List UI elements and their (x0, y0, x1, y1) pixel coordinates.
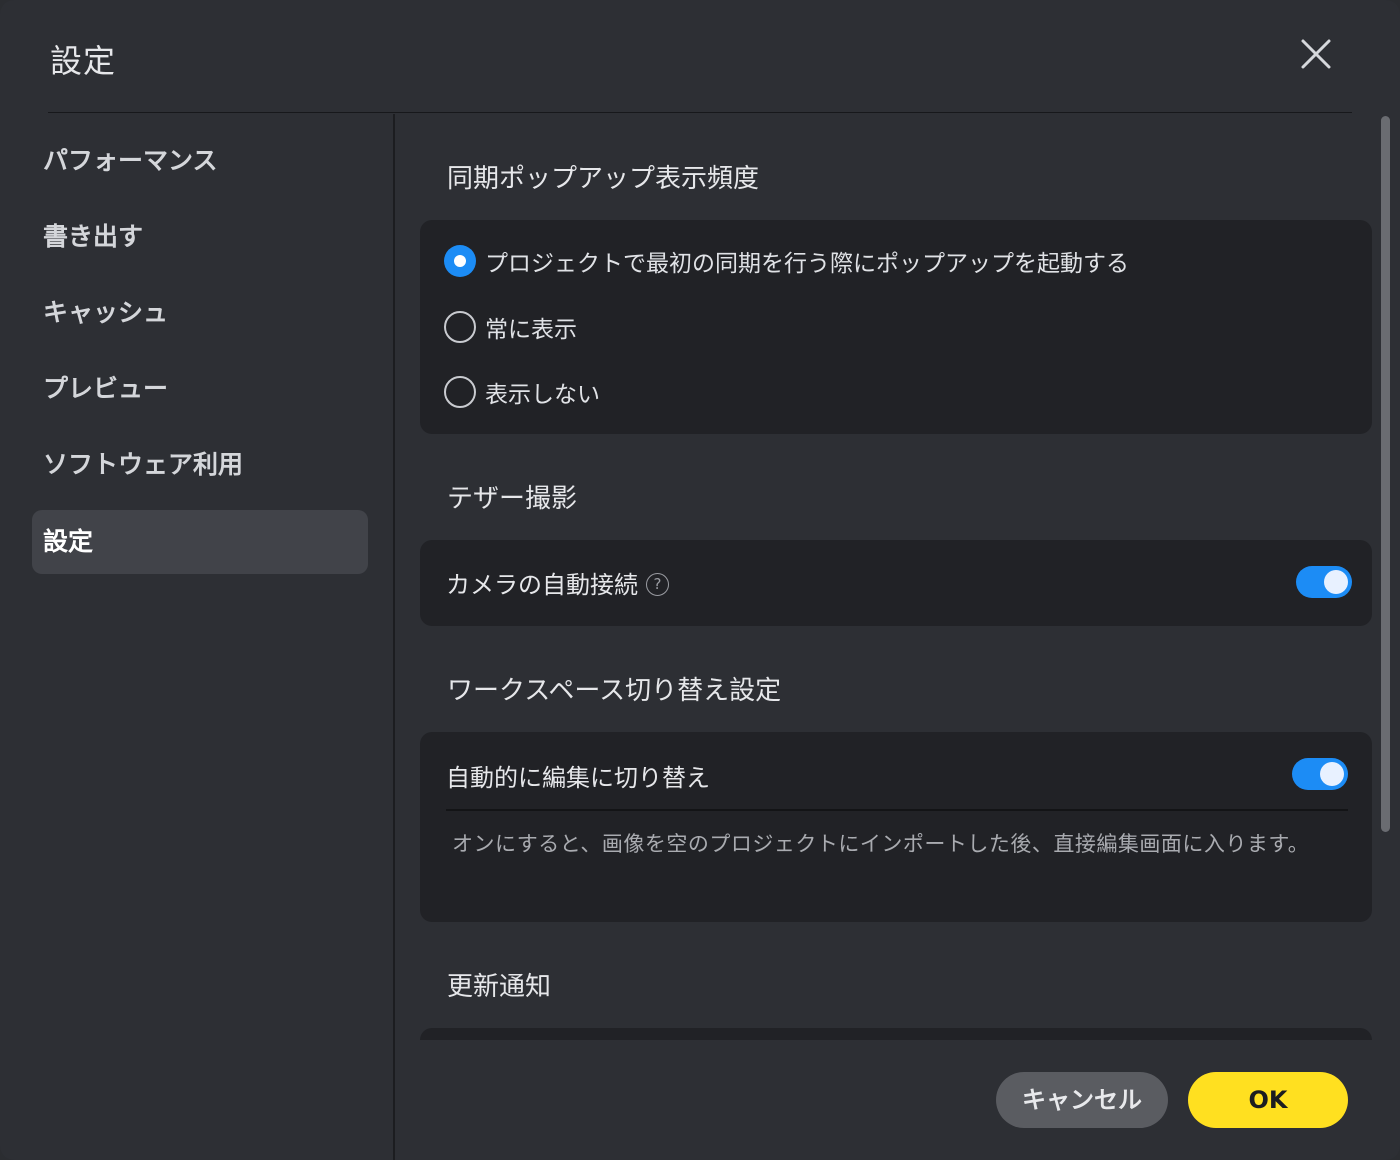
sidebar-item-export[interactable]: 書き出す (32, 205, 368, 269)
radio-option-label: プロジェクトで最初の同期を行う際にポップアップを起動する (485, 251, 1129, 277)
close-icon[interactable] (1298, 36, 1334, 72)
radio-option-always[interactable]: 常に表示 (444, 310, 577, 344)
sidebar-item-performance[interactable]: パフォーマンス (32, 129, 368, 193)
sidebar: パフォーマンス 書き出す キャッシュ プレビュー ソフトウェア利用 設定 (0, 114, 395, 1160)
tether-section-title: テザー撮影 (447, 484, 578, 514)
auto-connect-row: カメラの自動接続? (446, 565, 669, 600)
sidebar-item-preview[interactable]: プレビュー (32, 357, 368, 421)
radio-option-first-sync[interactable]: プロジェクトで最初の同期を行う際にポップアップを起動する (444, 244, 1129, 278)
sidebar-item-software-usage[interactable]: ソフトウェア利用 (32, 433, 368, 497)
cancel-button[interactable]: キャンセル (996, 1072, 1168, 1128)
sidebar-item-settings[interactable]: 設定 (32, 510, 368, 574)
radio-checked-icon[interactable] (444, 245, 476, 277)
workspace-section-title: ワークスペース切り替え設定 (447, 676, 782, 706)
tether-card: カメラの自動接続? (420, 540, 1372, 626)
sync-popup-card: プロジェクトで最初の同期を行う際にポップアップを起動する 常に表示 表示しない (420, 220, 1372, 434)
radio-option-never[interactable]: 表示しない (444, 375, 600, 409)
auto-connect-label: カメラの自動接続 (446, 571, 638, 599)
dialog-header: 設定 (48, 0, 1352, 113)
auto-edit-description: オンにすると、画像を空のプロジェクトにインポートした後、直接編集画面に入ります。 (452, 832, 1310, 856)
workspace-card: 自動的に編集に切り替え オンにすると、画像を空のプロジェクトにインポートした後、… (420, 732, 1372, 922)
update-notice-card (420, 1028, 1372, 1040)
settings-content[interactable]: 同期ポップアップ表示頻度 プロジェクトで最初の同期を行う際にポップアップを起動す… (397, 114, 1400, 1040)
radio-option-label: 常に表示 (485, 317, 577, 343)
update-notice-section-title: 更新通知 (447, 972, 552, 1002)
toggle-knob (1324, 570, 1348, 594)
auto-edit-toggle[interactable] (1292, 758, 1348, 790)
sync-popup-section-title: 同期ポップアップ表示頻度 (447, 164, 760, 194)
toggle-knob (1320, 762, 1344, 786)
sidebar-item-cache[interactable]: キャッシュ (32, 281, 368, 345)
content-scrollbar[interactable] (1381, 116, 1390, 832)
card-divider (446, 809, 1348, 811)
radio-unchecked-icon[interactable] (444, 376, 476, 408)
auto-edit-label: 自動的に編集に切り替え (446, 764, 710, 792)
settings-dialog: 設定 パフォーマンス 書き出す キャッシュ プレビュー ソフトウェア利用 設定 … (0, 0, 1400, 1160)
dialog-title: 設定 (50, 42, 117, 80)
radio-unchecked-icon[interactable] (444, 311, 476, 343)
help-icon[interactable]: ? (646, 572, 669, 596)
radio-option-label: 表示しない (485, 382, 600, 408)
auto-connect-toggle[interactable] (1296, 566, 1352, 598)
ok-button[interactable]: OK (1188, 1072, 1348, 1128)
